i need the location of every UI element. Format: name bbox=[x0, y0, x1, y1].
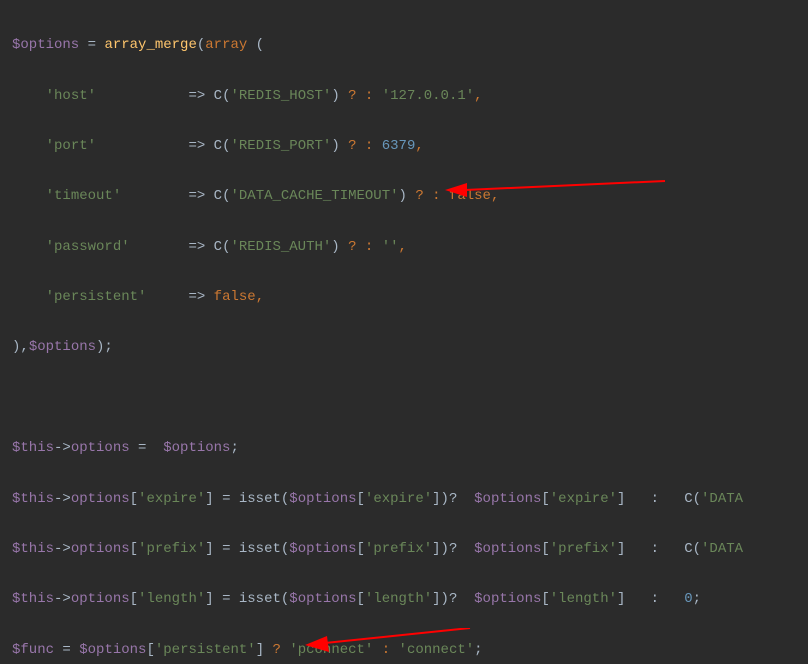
code-line: $this->options['prefix'] = isset($option… bbox=[12, 537, 796, 562]
code-line: $this->options = $options; bbox=[12, 436, 796, 461]
var: $options bbox=[12, 37, 79, 53]
code-line: $options = array_merge(array ( bbox=[12, 33, 796, 58]
code-line: $this->options['length'] = isset($option… bbox=[12, 587, 796, 612]
code-line: 'persistent' => false, bbox=[12, 285, 796, 310]
code-line: 'port' => C('REDIS_PORT') ? : 6379, bbox=[12, 134, 796, 159]
code-line: ),$options); bbox=[12, 335, 796, 360]
code-line: $this->options['expire'] = isset($option… bbox=[12, 487, 796, 512]
code-line: 'host' => C('REDIS_HOST') ? : '127.0.0.1… bbox=[12, 84, 796, 109]
code-line: 'timeout' => C('DATA_CACHE_TIMEOUT') ? :… bbox=[12, 184, 796, 209]
code-block: $options = array_merge(array ( 'host' =>… bbox=[0, 0, 808, 664]
code-line: 'password' => C('REDIS_AUTH') ? : '', bbox=[12, 235, 796, 260]
code-line: $func = $options['persistent'] ? 'pconne… bbox=[12, 638, 796, 663]
code-line bbox=[12, 386, 796, 411]
